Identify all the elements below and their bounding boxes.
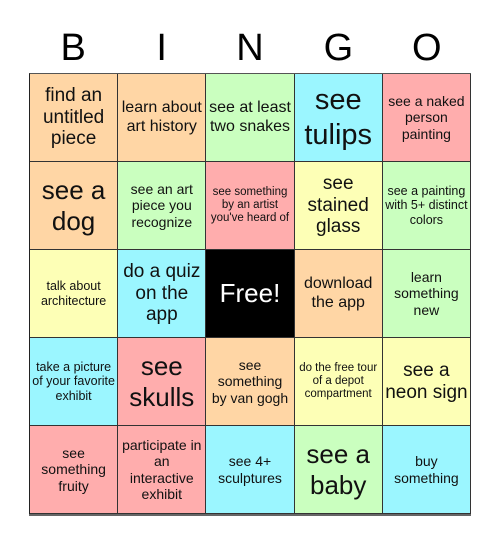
bingo-cell[interactable]: see 4+ sculptures: [206, 426, 295, 514]
bingo-cell[interactable]: see something fruity: [30, 426, 119, 514]
bingo-cell[interactable]: learn about art history: [118, 74, 207, 162]
bingo-cell[interactable]: see something by van gogh: [206, 338, 295, 426]
header-letter-n: N: [236, 27, 264, 69]
bingo-cell[interactable]: learn something new: [382, 250, 471, 338]
bingo-header: B I N G O: [29, 24, 471, 72]
bingo-cell[interactable]: do a quiz on the app: [118, 250, 207, 338]
header-letter-g: G: [323, 27, 354, 69]
bingo-cell[interactable]: take a picture of your favorite exhibit: [30, 338, 119, 426]
header-letter-o: O: [412, 27, 442, 69]
bingo-cell[interactable]: see an art piece you recognize: [118, 162, 207, 250]
bingo-cell[interactable]: participate in an interactive exhibit: [118, 426, 207, 514]
bingo-cell[interactable]: see a naked person painting: [382, 74, 471, 162]
bingo-cell[interactable]: see stained glass: [294, 162, 383, 250]
bingo-cell[interactable]: talk about architecture: [30, 250, 119, 338]
bingo-cell[interactable]: download the app: [294, 250, 383, 338]
bingo-cell[interactable]: see at least two snakes: [206, 74, 295, 162]
bingo-cell[interactable]: see something by an artist you've heard …: [206, 162, 295, 250]
header-letter-i: I: [156, 27, 167, 69]
bingo-cell[interactable]: do the free tour of a depot compartment: [294, 338, 383, 426]
bingo-cell[interactable]: see a dog: [30, 162, 119, 250]
bingo-cell[interactable]: see a painting with 5+ distinct colors: [382, 162, 471, 250]
bingo-cell[interactable]: buy something: [382, 426, 471, 514]
bingo-cell[interactable]: see tulips: [294, 74, 383, 162]
free-space-cell[interactable]: Free!: [206, 250, 295, 338]
bingo-cell[interactable]: see skulls: [118, 338, 207, 426]
bingo-grid: find an untitled piece learn about art hi…: [29, 73, 471, 514]
header-letter-b: B: [60, 27, 86, 69]
bingo-cell[interactable]: see a baby: [294, 426, 383, 514]
bingo-cell[interactable]: find an untitled piece: [30, 74, 119, 162]
bingo-cell[interactable]: see a neon sign: [382, 338, 471, 426]
